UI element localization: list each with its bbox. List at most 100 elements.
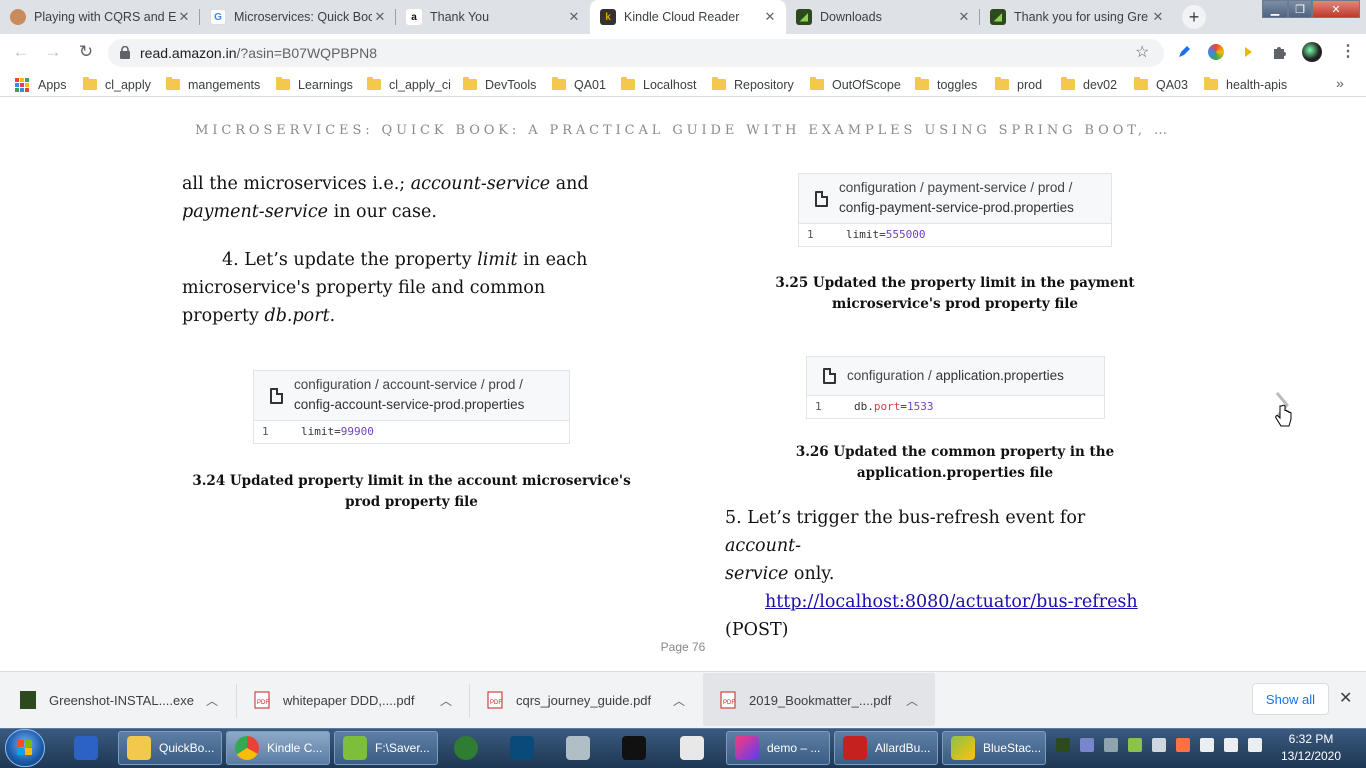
tray-flag-icon[interactable] [1200,738,1214,752]
bookmark-folder[interactable]: Localhost [621,76,697,93]
folder-icon [463,77,477,90]
url-text[interactable]: read.amazon.in/?asin=B07WQPBPN8 [140,45,377,61]
hand-cursor-icon [1275,404,1292,427]
bookmark-folder[interactable]: cl_apply_ci [367,76,451,93]
taskbar-pinned-app[interactable] [510,731,542,765]
clock-app-icon [454,736,478,760]
taskbar-item-explorer[interactable]: QuickBo... [118,731,222,765]
taskbar-item-notepad[interactable]: F:\Saver... [334,731,438,765]
intellij-icon [735,736,759,760]
arrow-right-icon: → [44,42,62,61]
close-tab-icon[interactable]: ✕ [956,9,972,25]
tray-volume-icon[interactable] [1248,738,1262,752]
start-button[interactable] [5,729,45,767]
folder-icon [83,77,97,90]
reload-button[interactable]: ↻ [75,42,97,62]
download-item[interactable]: PDF whitepaper DDD,....pdf ︿ [254,676,459,724]
taskbar-clock[interactable]: 6:32 PM 13/12/2020 [1275,731,1347,765]
book-title: MICROSERVICES: QUICK BOOK: A PRACTICAL G… [195,123,1171,138]
show-all-downloads-button[interactable]: Show all [1252,683,1329,715]
download-item[interactable]: Greenshot-INSTAL....exe ︿ [20,676,225,724]
tray-shield-icon[interactable] [1104,738,1118,752]
taskbar-item-chrome[interactable]: Kindle C... [226,731,330,765]
taskbar-pinned-app[interactable] [70,731,102,765]
new-tab-button[interactable]: + [1182,5,1206,29]
chevron-up-icon[interactable]: ︿ [440,692,452,709]
bookmarks-overflow-button[interactable]: » [1336,75,1344,91]
tab-thank-you[interactable]: a Thank You ✕ [396,0,590,34]
bookmark-folder[interactable]: dev02 [1061,76,1117,93]
restore-icon: ❐ [1295,3,1305,16]
close-tab-icon[interactable]: ✕ [176,9,192,25]
bookmark-folder[interactable]: cl_apply [83,76,151,93]
tab-greenshot[interactable]: ◢ Thank you for using Gre ✕ [980,0,1174,34]
close-tab-icon[interactable]: ✕ [372,9,388,25]
close-icon: ✕ [1331,3,1341,16]
tray-app-icon[interactable] [1080,738,1094,752]
chevron-up-icon[interactable]: ︿ [206,692,218,709]
taskbar-item-intellij[interactable]: demo – ... [726,731,830,765]
back-button[interactable]: ← [10,42,32,62]
close-tab-icon[interactable]: ✕ [762,9,778,25]
file-icon [815,191,828,207]
tray-grid-icon[interactable] [1152,738,1166,752]
svg-text:PDF: PDF [257,700,269,706]
pen-extension-icon[interactable] [1176,44,1192,60]
close-window-button[interactable]: ✕ [1312,0,1360,18]
taskbar-pinned-app[interactable] [622,731,654,765]
taskbar-pinned-app[interactable] [566,731,598,765]
tray-bluestacks-icon[interactable] [1128,738,1142,752]
bookmark-folder[interactable]: health-apis [1204,76,1287,93]
pdf-file-icon: PDF [254,691,270,709]
bookmark-folder[interactable]: DevTools [463,76,536,93]
bookmark-folder[interactable]: prod [995,76,1042,93]
close-downloads-icon[interactable]: ✕ [1339,688,1352,708]
forward-button[interactable]: → [42,42,64,62]
apps-grid-icon [15,77,29,92]
color-picker-extension-icon[interactable] [1208,44,1224,60]
pdf-app-icon [843,736,867,760]
more-menu-icon[interactable]: ⋮ [1340,41,1356,61]
minimize-button[interactable]: ▁ [1262,0,1288,18]
close-tab-icon[interactable]: ✕ [566,9,582,25]
plus-icon: + [1188,6,1200,27]
bookmark-folder[interactable]: toggles [915,76,977,93]
bookmark-folder[interactable]: Learnings [276,76,353,93]
code-file-header: configuration / application.properties [807,357,1104,396]
tray-speaker-icon[interactable] [1176,738,1190,752]
taskbar-item-bluestacks[interactable]: BlueStac... [942,731,1046,765]
taskbar-pinned-app[interactable] [680,731,712,765]
folder-icon [552,77,566,90]
arrow-extension-icon[interactable] [1240,44,1256,60]
download-item[interactable]: PDF 2019_Bookmatter_....pdf ︿ [720,676,925,724]
taskbar-item-acrobat[interactable]: AllardBu... [834,731,938,765]
tab-cqrs[interactable]: Playing with CQRS and E ✕ [0,0,200,34]
bookmark-folder[interactable]: OutOfScope [810,76,901,93]
bookmark-star-icon[interactable]: ☆ [1135,42,1149,62]
svg-text:PDF: PDF [723,700,735,706]
tab-downloads[interactable]: ◢ Downloads ✕ [786,0,980,34]
chevron-up-icon[interactable]: ︿ [673,692,685,709]
bookmark-folder[interactable]: QA01 [552,76,606,93]
bookmark-folder[interactable]: mangements [166,76,260,93]
bus-refresh-link[interactable]: http://localhost:8080/actuator/bus-refre… [765,592,1138,612]
maximize-button[interactable]: ❐ [1288,0,1312,18]
taskbar-pinned-app[interactable] [454,731,486,765]
bookmark-folder[interactable]: QA03 [1134,76,1188,93]
code-figure-account: configuration / account-service / prod /… [253,370,570,444]
extensions-puzzle-icon[interactable] [1272,44,1288,60]
kindle-favicon-icon: k [600,9,616,25]
close-tab-icon[interactable]: ✕ [1150,9,1166,25]
tab-microservices[interactable]: G Microservices: Quick Boo ✕ [200,0,396,34]
bookmark-apps[interactable]: Apps [15,76,67,93]
download-item[interactable]: PDF cqrs_journey_guide.pdf ︿ [487,676,692,724]
bluestacks-icon [951,736,975,760]
figure-caption-3-26: 3.26 Updated the common property in the a… [795,444,1115,481]
chevron-up-icon[interactable]: ︿ [906,692,918,709]
profile-avatar-icon[interactable] [1302,42,1322,62]
bookmark-folder[interactable]: Repository [712,76,794,93]
tray-network-icon[interactable] [1224,738,1238,752]
tray-greenshot-icon[interactable] [1056,738,1070,752]
chrome-icon [235,736,259,760]
tab-kindle-cloud-reader[interactable]: k Kindle Cloud Reader ✕ [590,0,786,34]
